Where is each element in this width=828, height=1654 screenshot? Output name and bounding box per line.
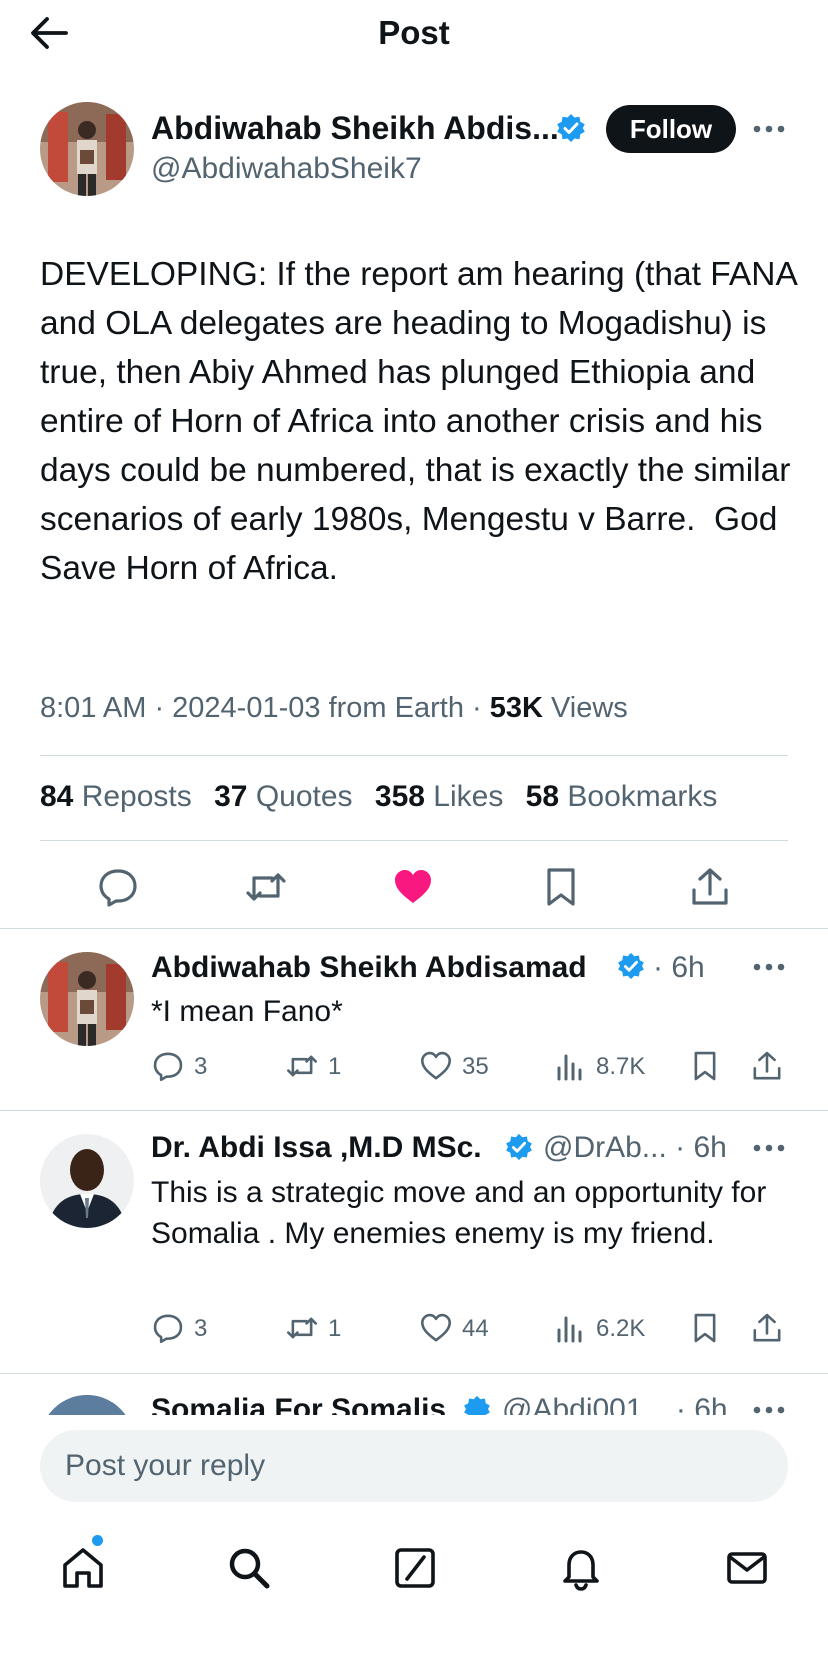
views-icon[interactable]	[554, 1050, 586, 1082]
reply-avatar[interactable]	[40, 1395, 134, 1415]
more-options-icon[interactable]	[752, 1143, 786, 1153]
reply-text: *I mean Fano*	[151, 995, 343, 1028]
repost-icon[interactable]	[245, 866, 287, 908]
reply-handle-timestamp[interactable]: @DrAb... · 6h	[543, 1131, 727, 1165]
divider	[40, 755, 788, 756]
search-icon[interactable]	[226, 1545, 272, 1591]
reply-avatar[interactable]	[40, 952, 134, 1046]
reply-author-name[interactable]: Somalia For Somalis	[151, 1393, 446, 1415]
post-text: DEVELOPING: If the report am hearing (th…	[40, 256, 806, 587]
home-icon[interactable]	[60, 1545, 106, 1591]
verified-badge-icon	[617, 952, 645, 980]
views-label: Views	[542, 692, 628, 724]
verified-badge-icon	[505, 1133, 533, 1161]
notifications-bell-icon[interactable]	[558, 1545, 604, 1591]
follow-button[interactable]: Follow	[606, 105, 736, 153]
reply-count: 3	[194, 1053, 208, 1080]
views-count: 53K	[489, 692, 543, 724]
views-count: 6.2K	[596, 1315, 646, 1342]
author-handle[interactable]: @AbdiwahabSheik7	[151, 152, 422, 186]
reply-icon[interactable]	[97, 866, 139, 908]
verified-badge-icon	[556, 113, 586, 143]
like-icon[interactable]	[420, 1050, 452, 1082]
like-count: 44	[462, 1315, 489, 1342]
bookmark-icon[interactable]	[689, 1050, 721, 1082]
share-icon[interactable]	[751, 1312, 783, 1344]
bookmark-icon[interactable]	[540, 866, 582, 908]
more-options-icon[interactable]	[752, 124, 786, 134]
repost-icon[interactable]	[286, 1050, 318, 1082]
author-avatar[interactable]	[40, 102, 134, 196]
reply-count: 3	[194, 1315, 208, 1342]
repost-icon[interactable]	[286, 1312, 318, 1344]
more-options-icon[interactable]	[752, 962, 786, 972]
reply-text: This is a strategic move and an opportun…	[151, 1176, 767, 1250]
reply-icon[interactable]	[152, 1312, 184, 1344]
more-options-icon[interactable]	[752, 1405, 786, 1415]
reply-icon[interactable]	[152, 1050, 184, 1082]
bookmarks-stat[interactable]: 58 Bookmarks	[526, 780, 718, 813]
reply-author-name[interactable]: Abdiwahab Sheikh Abdisamad	[151, 951, 587, 985]
divider	[40, 840, 788, 841]
reply-timestamp[interactable]: · 6h	[653, 951, 705, 985]
divider	[0, 928, 828, 929]
likes-stat[interactable]: 358 Likes	[375, 780, 503, 813]
post-meta: 8:01 AM · 2024-01-03 from Earth · 53K Vi…	[40, 692, 628, 725]
reply-input[interactable]: Post your reply	[40, 1430, 788, 1502]
reply-avatar[interactable]	[40, 1134, 134, 1228]
divider	[0, 1110, 828, 1111]
page-title: Post	[378, 14, 450, 51]
quotes-stat[interactable]: 37 Quotes	[214, 780, 352, 813]
repost-count: 1	[328, 1315, 342, 1342]
share-icon[interactable]	[689, 866, 731, 908]
share-icon[interactable]	[751, 1050, 783, 1082]
reply-input-placeholder: Post your reply	[65, 1449, 266, 1482]
grok-icon[interactable]	[392, 1545, 438, 1591]
messages-envelope-icon[interactable]	[724, 1545, 770, 1591]
repost-count: 1	[328, 1053, 342, 1080]
top-bar: Post	[0, 0, 828, 70]
post-timestamp[interactable]: 8:01 AM · 2024-01-03 from Earth ·	[40, 692, 490, 724]
like-heart-icon[interactable]	[392, 866, 434, 908]
verified-badge-icon	[463, 1395, 491, 1415]
like-icon[interactable]	[420, 1312, 452, 1344]
reply-handle-timestamp[interactable]: @Abdi001... · 6h	[502, 1393, 728, 1415]
reposts-stat[interactable]: 84 Reposts	[40, 780, 192, 813]
bookmark-icon[interactable]	[689, 1312, 721, 1344]
views-icon[interactable]	[554, 1312, 586, 1344]
author-name[interactable]: Abdiwahab Sheikh Abdis...	[151, 110, 559, 147]
views-count: 8.7K	[596, 1053, 646, 1080]
notification-dot	[92, 1535, 103, 1546]
reply-author-name[interactable]: Dr. Abdi Issa ,M.D MSc.	[151, 1131, 482, 1165]
like-count: 35	[462, 1053, 489, 1080]
reply-item-partial[interactable]: Somalia For Somalis @Abdi001... · 6h	[0, 1373, 828, 1415]
engagement-stats: 84 Reposts 37 Quotes 358 Likes 58 Bookma…	[40, 780, 731, 814]
